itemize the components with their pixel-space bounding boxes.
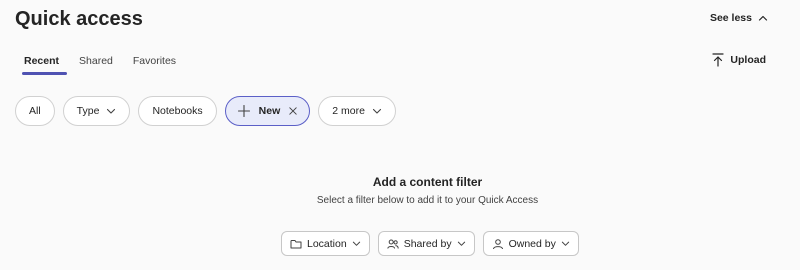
- upload-button[interactable]: Upload: [712, 53, 766, 67]
- upload-label: Upload: [730, 54, 766, 66]
- chevron-down-icon: [107, 108, 116, 114]
- shared-by-filter-label: Shared by: [403, 237, 452, 250]
- chip-all[interactable]: All: [15, 96, 55, 126]
- upload-icon: [712, 53, 725, 67]
- person-icon: [492, 238, 503, 249]
- owned-by-filter-label: Owned by: [508, 237, 556, 250]
- see-less-label: See less: [709, 12, 752, 24]
- shared-by-filter-button[interactable]: Shared by: [377, 231, 475, 256]
- chip-more-label: 2 more: [332, 105, 365, 117]
- chip-type-label: Type: [76, 105, 100, 117]
- page-title: Quick access: [15, 8, 143, 30]
- empty-state-subtitle: Select a filter below to add it to your …: [316, 195, 539, 206]
- close-icon[interactable]: [289, 107, 297, 115]
- chevron-down-icon: [457, 241, 465, 246]
- chip-more[interactable]: 2 more: [318, 96, 396, 126]
- chip-all-label: All: [29, 105, 41, 117]
- filter-chips: All Type Notebooks New 2 more: [15, 96, 396, 126]
- chevron-down-icon: [372, 108, 381, 114]
- tab-recent[interactable]: Recent: [21, 53, 68, 75]
- chevron-down-icon: [352, 241, 360, 246]
- quick-access-panel: Quick access See less Recent Shared Favo…: [0, 0, 800, 270]
- chevron-up-icon: [758, 15, 768, 21]
- owned-by-filter-button[interactable]: Owned by: [482, 231, 579, 256]
- chip-type[interactable]: Type: [62, 96, 131, 126]
- tab-list: Recent Shared Favorites: [15, 53, 196, 75]
- tab-shared[interactable]: Shared: [79, 53, 113, 75]
- empty-state-title: Add a content filter: [372, 175, 483, 189]
- chevron-down-icon: [561, 241, 570, 246]
- chip-new[interactable]: New: [224, 96, 311, 126]
- content-filter-buttons: Location Shared by Owned by: [281, 231, 579, 256]
- chip-notebooks-label: Notebooks: [152, 105, 203, 117]
- tab-favorites[interactable]: Favorites: [133, 53, 176, 75]
- people-icon: [387, 239, 399, 249]
- folder-icon: [290, 239, 302, 248]
- see-less-button[interactable]: See less: [710, 12, 768, 24]
- chip-notebooks[interactable]: Notebooks: [138, 96, 217, 126]
- plus-icon: [237, 105, 250, 117]
- chip-new-label: New: [258, 105, 281, 117]
- location-filter-label: Location: [307, 237, 347, 250]
- location-filter-button[interactable]: Location: [281, 231, 370, 256]
